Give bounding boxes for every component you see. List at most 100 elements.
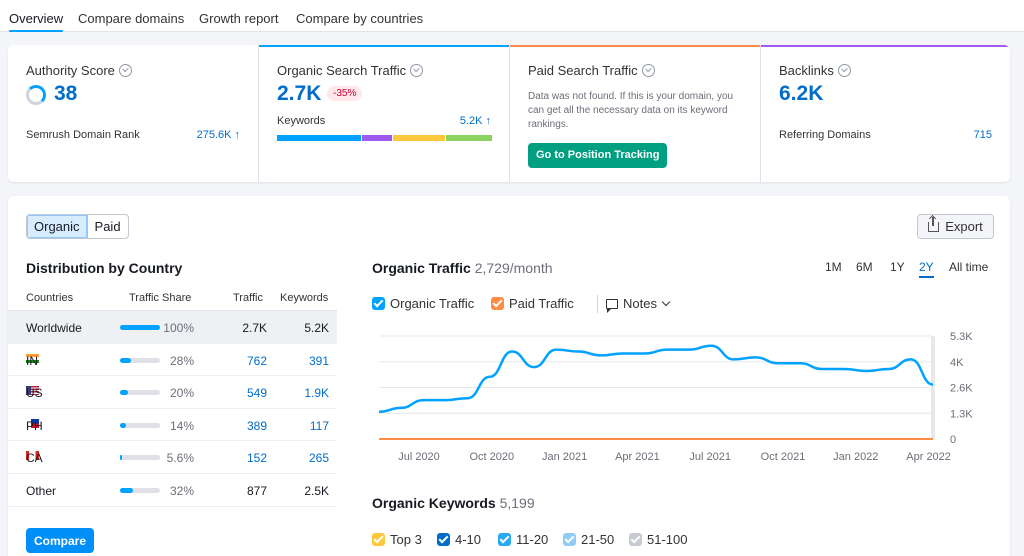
toggle-organic[interactable]: Organic	[27, 215, 88, 238]
legend-paid-traffic[interactable]: Paid Traffic	[491, 296, 574, 311]
y-tick-label: 2.6K	[950, 383, 973, 395]
domain-rank-value[interactable]: 275.6K ↑	[197, 129, 240, 141]
country-name: Other	[26, 483, 57, 498]
traffic-value: 2.7K	[242, 321, 267, 335]
traffic-share-value: 5.6%	[166, 451, 194, 466]
keywords-value[interactable]: 5.2K ↑	[460, 115, 491, 127]
checkbox-checked-icon	[491, 297, 504, 310]
report-tabs: Overview Compare domains Growth report C…	[0, 0, 1024, 32]
table-row[interactable]: IN 28% 762 391	[8, 344, 337, 377]
period-1m[interactable]: 1M	[825, 260, 842, 274]
x-tick-label: Jul 2021	[689, 451, 731, 463]
checkbox-checked-icon	[437, 533, 450, 546]
traffic-share-bar	[120, 390, 160, 396]
country-name: Worldwide	[26, 321, 82, 335]
info-icon[interactable]	[118, 64, 132, 77]
keywords-value[interactable]: 391	[309, 354, 329, 368]
checkbox-checked-icon	[563, 533, 576, 546]
x-tick-label: Jan 2022	[833, 451, 878, 463]
traffic-share-bar	[120, 455, 160, 461]
col-countries: Countries	[26, 292, 74, 304]
tab-growth-report[interactable]: Growth report	[199, 11, 278, 26]
period-all-time[interactable]: All time	[949, 260, 988, 274]
x-tick-label: Apr 2021	[615, 451, 660, 463]
table-row[interactable]: Other 32% 877 2.5K	[8, 474, 337, 507]
summary-cards: Authority Score 38 Semrush Domain Rank 2…	[8, 45, 1010, 182]
keywords-value[interactable]: 117	[310, 419, 329, 433]
legend-51-100[interactable]: 51-100	[629, 532, 687, 547]
x-tick-label: Oct 2020	[469, 451, 514, 463]
position-tracking-button[interactable]: Go to Position Tracking	[528, 143, 668, 168]
organic-traffic-value[interactable]: 2.7K	[277, 82, 321, 106]
info-icon[interactable]	[410, 64, 424, 77]
legend-4-10[interactable]: 4-10	[437, 532, 481, 547]
organic-traffic-chart[interactable]: 5.3K 4K 2.6K 1.3K 0 Jul 2020 Oct 2020 Jan 2021…	[363, 326, 1003, 476]
compare-button[interactable]: Compare	[26, 528, 95, 553]
y-tick-label: 0	[950, 434, 956, 446]
info-icon[interactable]	[837, 64, 851, 77]
backlinks-title: Backlinks	[779, 63, 851, 78]
traffic-share-bar	[120, 325, 160, 330]
export-button[interactable]: Export	[917, 214, 994, 239]
table-row[interactable]: CA 5.6% 152 265	[8, 441, 337, 474]
keywords-value[interactable]: 1.9K	[304, 386, 329, 400]
keywords-value[interactable]: 265	[309, 451, 329, 465]
backlinks-card: Backlinks 6.2K Referring Domains 715	[761, 45, 1010, 182]
legend-top-3[interactable]: Top 3	[372, 532, 422, 547]
table-row[interactable]: PH 14% 389 117	[8, 409, 337, 442]
distribution-table: Countries Traffic Share Traffic Keywords…	[8, 287, 337, 507]
tab-overview[interactable]: Overview	[9, 11, 64, 32]
notes-dropdown[interactable]: Notes	[606, 296, 671, 313]
legend-11-20[interactable]: 11-20	[498, 532, 548, 547]
checkbox-checked-icon	[372, 533, 385, 546]
traffic-share-value: 28%	[169, 353, 194, 368]
keywords-distribution-bar	[277, 135, 492, 141]
traffic-value[interactable]: 549	[247, 386, 267, 400]
traffic-share-value: 100%	[163, 321, 194, 335]
legend-organic-traffic[interactable]: Organic Traffic	[372, 296, 474, 311]
traffic-share-fill	[120, 455, 123, 461]
paid-traffic-title: Paid Search Traffic	[528, 63, 655, 78]
period-1y[interactable]: 1Y	[890, 260, 905, 274]
checkbox-checked-icon	[498, 533, 511, 546]
keywords-value: 2.5K	[304, 483, 329, 498]
table-row[interactable]: US 20% 549 1.9K	[8, 376, 337, 409]
authority-score-card: Authority Score 38 Semrush Domain Rank 2…	[8, 45, 259, 182]
backlinks-value[interactable]: 6.2K	[779, 82, 823, 106]
traffic-change-badge: -35%	[327, 86, 363, 101]
organic-paid-toggle: Organic Paid	[26, 214, 129, 239]
period-2y[interactable]: 2Y	[919, 260, 934, 278]
period-6m[interactable]: 6M	[856, 260, 873, 274]
toggle-paid[interactable]: Paid	[88, 215, 128, 238]
col-traffic: Traffic	[233, 292, 263, 304]
info-icon[interactable]	[641, 64, 655, 77]
organic-traffic-title: Organic Search Traffic	[277, 63, 424, 78]
traffic-share-fill	[120, 422, 126, 428]
table-row[interactable]: Worldwide 100% 2.7K 5.2K	[8, 311, 337, 344]
traffic-share-value: 20%	[169, 386, 194, 401]
distribution-header: Countries Traffic Share Traffic Keywords	[8, 287, 337, 311]
y-tick-label: 5.3K	[950, 331, 973, 343]
legend-21-50[interactable]: 21-50	[563, 532, 614, 547]
keywords-label: Keywords	[277, 115, 326, 127]
organic-traffic-subtitle: 2,729/month	[474, 260, 553, 276]
card-accent	[510, 45, 760, 47]
traffic-value[interactable]: 762	[247, 354, 267, 368]
y-tick-label: 4K	[950, 357, 964, 369]
tab-compare-domains[interactable]: Compare domains	[78, 11, 184, 26]
traffic-value[interactable]: 152	[247, 451, 267, 465]
traffic-value: 877	[246, 483, 267, 498]
traffic-value[interactable]: 389	[247, 419, 267, 433]
paid-traffic-card: Paid Search Traffic Data was not found. …	[510, 45, 761, 182]
authority-score-value: 38	[54, 82, 78, 105]
referring-domains-value[interactable]: 715	[974, 129, 992, 141]
authority-score-ring-icon	[26, 85, 46, 105]
x-tick-label: Jul 2020	[398, 451, 440, 463]
x-tick-label: Oct 2021	[761, 451, 806, 463]
x-tick-label: Jan 2021	[542, 451, 587, 463]
traffic-share-value: 32%	[169, 483, 194, 498]
chevron-down-icon	[661, 297, 671, 307]
tab-compare-by-countries[interactable]: Compare by countries	[296, 11, 423, 26]
organic-keywords-title: Organic Keywords 5,199	[372, 495, 535, 511]
traffic-share-bar	[120, 422, 160, 428]
